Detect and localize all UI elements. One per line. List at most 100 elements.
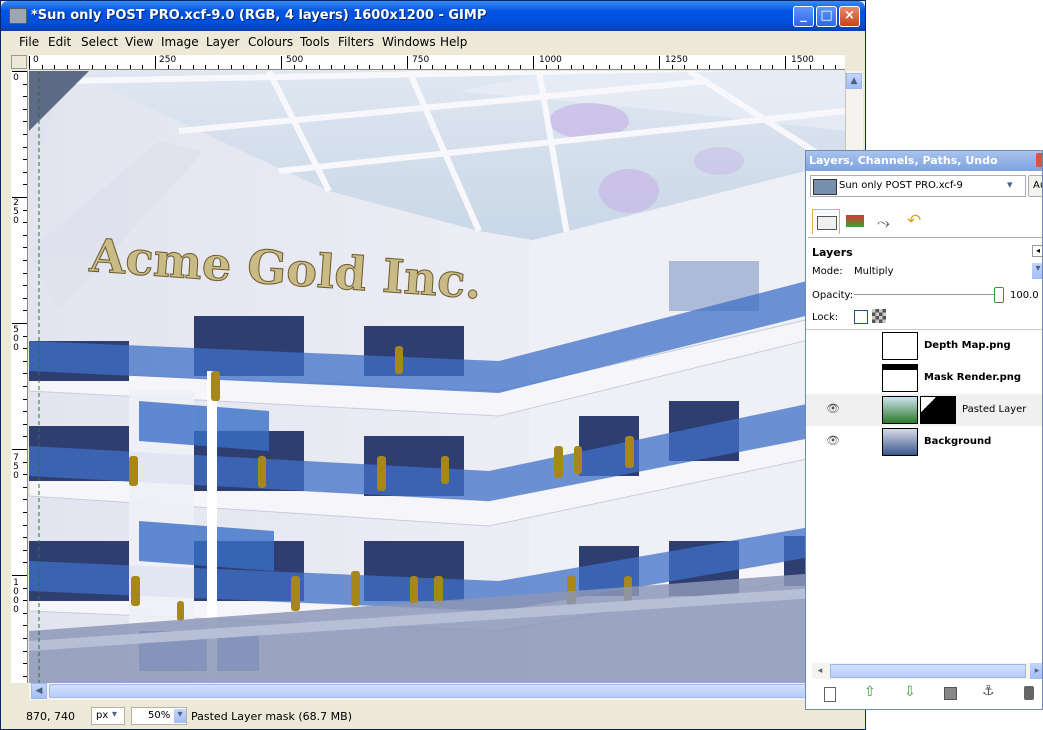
horizontal-scrollbar[interactable]: ◀	[11, 683, 845, 700]
image-select[interactable]: Sun only POST PRO.xcf-9 ▾	[810, 175, 1026, 197]
zoom-select[interactable]: 50% ▾	[131, 707, 187, 725]
status-message: Pasted Layer mask (68.7 MB)	[191, 710, 352, 723]
horizontal-ruler[interactable]: 0 250 500 750 1000 1250 1500	[29, 55, 845, 70]
ruler-tick	[457, 65, 459, 69]
unit-select[interactable]: px ▾	[91, 707, 125, 725]
anchor-layer-icon[interactable]: ⚓	[982, 683, 995, 699]
ruler-tick	[218, 65, 219, 69]
opacity-label: Opacity:	[812, 290, 854, 301]
panel-menu-icon[interactable]: ◂	[1032, 245, 1042, 257]
menu-filters[interactable]: Filters	[338, 35, 374, 49]
scroll-thumb[interactable]	[830, 664, 1026, 678]
vertical-ruler[interactable]: 0 2 5 0 5 0 0 7 5 0 1 0 0 0	[11, 71, 28, 683]
tab-layers[interactable]	[812, 209, 840, 234]
ruler-tick	[495, 65, 497, 69]
ruler-tick	[810, 65, 812, 69]
scroll-left-arrow-icon[interactable]: ◂	[812, 663, 828, 679]
menu-help[interactable]: Help	[440, 35, 467, 49]
tab-paths[interactable]: ⤳	[872, 209, 898, 233]
gimp-app-icon	[9, 8, 27, 24]
menu-windows[interactable]: Windows	[382, 35, 436, 49]
scroll-up-arrow-icon[interactable]: ▲	[846, 73, 862, 89]
lock-checkbox[interactable]	[854, 310, 868, 324]
maximize-button[interactable]: □	[816, 6, 837, 27]
ruler-tick	[507, 65, 509, 69]
ruler-tick	[23, 512, 27, 513]
layer-row-mask-render[interactable]: Mask Render.png	[806, 362, 1042, 394]
mode-value[interactable]: Multiply	[854, 266, 894, 277]
ruler-tick	[23, 675, 27, 677]
chevron-down-icon: ▾	[174, 709, 186, 723]
ruler-tick	[482, 65, 484, 69]
ruler-tick	[104, 65, 106, 69]
horizontal-scroll-thumb[interactable]	[49, 684, 839, 698]
layer-name: Pasted Layer	[962, 404, 1027, 415]
menu-view[interactable]: View	[125, 35, 153, 49]
ruler-tick	[407, 56, 408, 69]
image-thumbnail-icon	[813, 179, 837, 195]
ruler-tick	[444, 65, 446, 69]
ruler-tick	[23, 348, 27, 350]
duplicate-layer-icon[interactable]	[944, 687, 957, 700]
ruler-tick	[23, 663, 27, 665]
menu-file[interactable]: File	[19, 35, 39, 49]
title-bar[interactable]: *Sun only POST PRO.xcf-9.0 (RGB, 4 layer…	[1, 1, 865, 31]
minimize-button[interactable]: _	[793, 6, 814, 27]
lower-layer-icon[interactable]: ⇩	[904, 684, 916, 700]
ruler-label: 750	[412, 55, 430, 65]
scroll-left-arrow-icon[interactable]: ◀	[31, 683, 47, 699]
ruler-tick	[432, 65, 434, 69]
dock-close-icon[interactable]	[1036, 153, 1042, 167]
dock-title: Layers, Channels, Paths, Undo	[809, 154, 998, 167]
image-canvas[interactable]: Acme Gold Inc.	[29, 71, 845, 683]
ruler-tick	[734, 65, 736, 69]
ruler-tick	[822, 65, 824, 69]
tab-undo[interactable]: ↶	[902, 209, 928, 233]
menu-tools[interactable]: Tools	[300, 35, 330, 49]
layer-thumbnail	[882, 364, 918, 392]
delete-layer-icon[interactable]	[1024, 686, 1034, 700]
ruler-label: 1250	[665, 55, 688, 65]
layer-row-background[interactable]: 👁 Background	[806, 426, 1042, 458]
close-button[interactable]: ×	[839, 6, 860, 27]
layer-list: Depth Map.png Mask Render.png 👁 Pasted L…	[806, 329, 1042, 660]
image-select-value: Sun only POST PRO.xcf-9	[839, 180, 963, 191]
visibility-eye-icon[interactable]: 👁	[826, 434, 840, 447]
ruler-tick	[23, 171, 27, 173]
ruler-label: 0	[33, 55, 39, 65]
ruler-tick	[142, 65, 144, 69]
scroll-right-arrow-icon[interactable]: ▸	[1030, 663, 1042, 679]
layer-thumbnail	[882, 396, 918, 424]
tab-channels[interactable]	[842, 209, 868, 233]
ruler-tick	[835, 65, 837, 69]
opacity-slider[interactable]	[854, 294, 994, 295]
ruler-tick	[12, 197, 27, 198]
navigate-icon[interactable]	[11, 683, 27, 699]
gimp-image-window: *Sun only POST PRO.xcf-9.0 (RGB, 4 layer…	[0, 0, 866, 730]
raise-layer-icon[interactable]: ⇧	[864, 684, 876, 700]
ruler-tick	[54, 65, 56, 69]
ruler-tick	[23, 260, 27, 261]
chevron-down-icon[interactable]: ▾	[1032, 263, 1042, 279]
window-title: *Sun only POST PRO.xcf-9.0 (RGB, 4 layer…	[31, 8, 487, 23]
menu-select[interactable]: Select	[81, 35, 118, 49]
ruler-tick	[533, 56, 534, 69]
ruler-tick	[23, 159, 27, 161]
auto-button[interactable]: Aut	[1028, 175, 1042, 197]
dock-title-bar[interactable]: Layers, Channels, Paths, Undo	[806, 151, 1042, 171]
menu-image[interactable]: Image	[161, 35, 199, 49]
layer-row-pasted-layer[interactable]: 👁 Pasted Layer	[806, 394, 1042, 426]
ruler-tick	[281, 56, 282, 69]
menu-edit[interactable]: Edit	[48, 35, 71, 49]
menu-layer[interactable]: Layer	[206, 35, 239, 49]
opacity-slider-handle[interactable]	[994, 287, 1004, 303]
opacity-value[interactable]: 100.0	[1010, 290, 1039, 301]
menu-colours[interactable]: Colours	[248, 35, 293, 49]
ruler-label: 0	[13, 216, 19, 226]
layer-row-depth-map[interactable]: Depth Map.png	[806, 330, 1042, 362]
quick-mask-toggle[interactable]	[11, 55, 27, 69]
ruler-tick	[79, 65, 81, 69]
layer-list-hscrollbar[interactable]: ◂ ▸	[812, 663, 1042, 679]
visibility-eye-icon[interactable]: 👁	[826, 402, 840, 415]
new-layer-icon[interactable]	[824, 687, 836, 702]
